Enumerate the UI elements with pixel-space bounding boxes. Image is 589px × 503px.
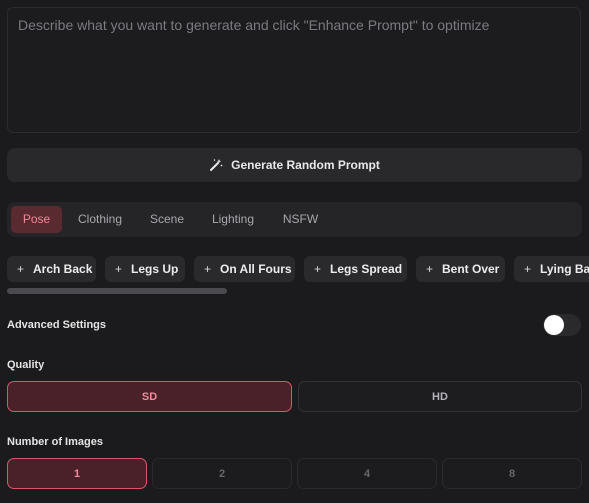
chip-label: Legs Up [131,262,179,276]
number-of-images-label: Number of Images [7,436,103,448]
image-count-option-2[interactable]: 2 [152,458,292,489]
chip-label: Bent Over [442,262,500,276]
plus-icon: + [17,262,25,276]
advanced-settings-toggle[interactable] [543,314,581,336]
quality-option-hd[interactable]: HD [298,381,582,412]
chip-arch-back[interactable]: + Arch Back [7,256,96,282]
generator-panel: Generate Random Prompt Pose Clothing Sce… [0,0,589,503]
plus-icon: + [314,262,322,276]
chip-row-scrollbar[interactable] [7,288,227,294]
plus-icon: + [524,262,532,276]
toggle-knob [544,315,564,335]
chip-legs-up[interactable]: + Legs Up [105,256,185,282]
quality-option-sd[interactable]: SD [7,381,292,412]
chip-lying-back[interactable]: + Lying Ba [514,256,589,282]
advanced-settings-label: Advanced Settings [7,319,107,331]
chip-label: Lying Ba [540,262,589,276]
chip-label: Arch Back [33,262,93,276]
pose-chip-row: + Arch Back + Legs Up + On All Fours + Legs … [0,0,589,290]
plus-icon: + [426,262,434,276]
plus-icon: + [204,262,212,276]
image-count-option-4[interactable]: 4 [297,458,437,489]
quality-label: Quality [7,359,45,371]
image-count-option-1[interactable]: 1 [7,458,147,489]
chip-legs-spread[interactable]: + Legs Spread [304,256,407,282]
chip-bent-over[interactable]: + Bent Over [416,256,505,282]
chip-on-all-fours[interactable]: + On All Fours [194,256,295,282]
chip-label: Legs Spread [330,262,403,276]
plus-icon: + [115,262,123,276]
chip-label: On All Fours [220,262,292,276]
image-count-option-8[interactable]: 8 [442,458,582,489]
